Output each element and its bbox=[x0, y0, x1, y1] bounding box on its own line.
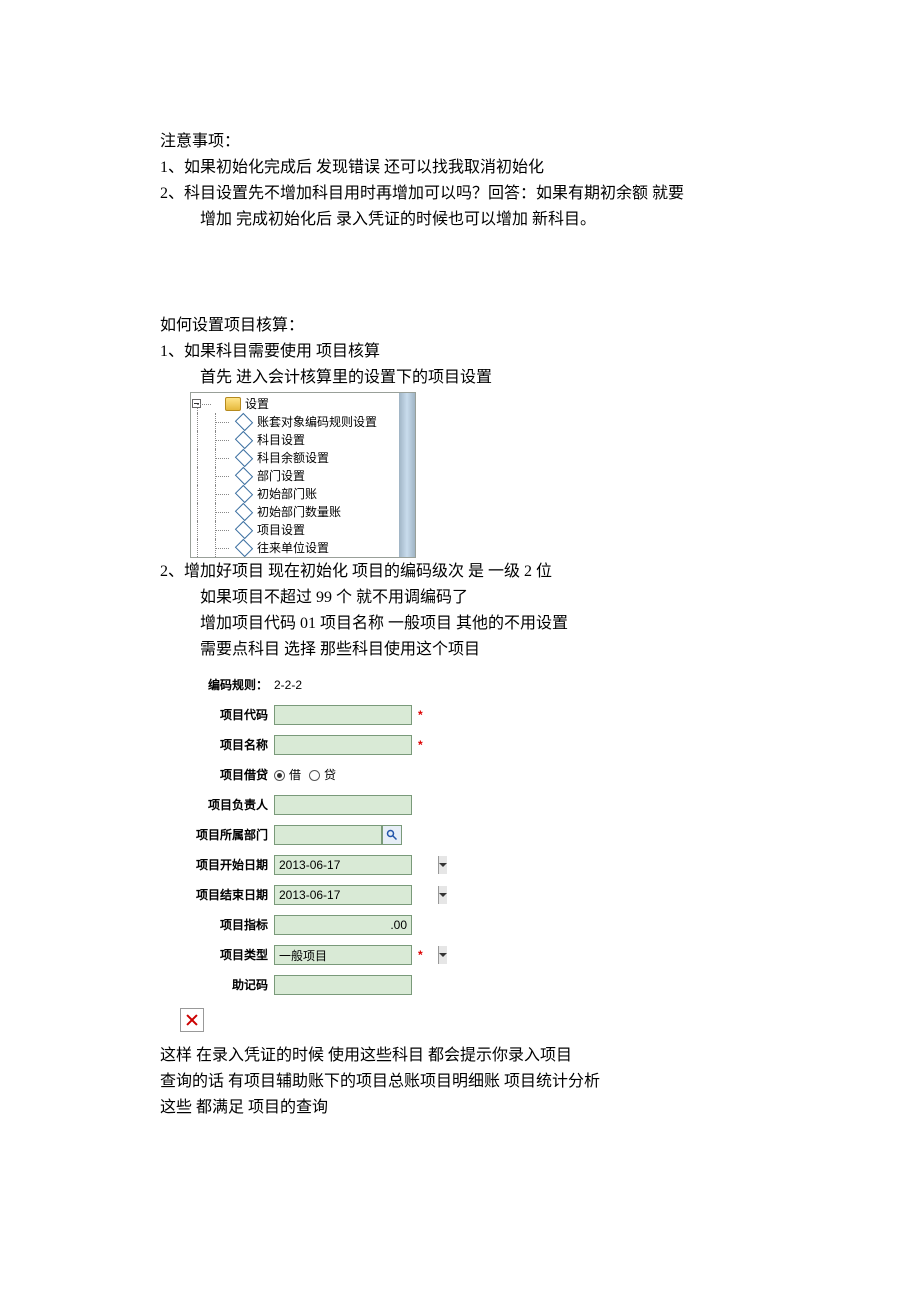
dropdown-icon[interactable] bbox=[438, 856, 447, 874]
project-name-label: 项目名称 bbox=[180, 736, 274, 754]
required-mark: * bbox=[418, 946, 423, 964]
dept-lookup-button[interactable] bbox=[382, 825, 402, 845]
end-date-label: 项目结束日期 bbox=[180, 886, 274, 904]
tree-item[interactable]: 科目设置 bbox=[191, 431, 399, 449]
tree-item-label: 初始部门数量账 bbox=[257, 503, 341, 521]
tree-root-label: 设置 bbox=[245, 395, 269, 413]
mnemonic-input[interactable] bbox=[274, 975, 412, 995]
tail-line3: 这些 都满足 项目的查询 bbox=[160, 1096, 820, 1120]
radio-credit[interactable]: 贷 bbox=[309, 766, 336, 784]
step1-line1: 1、如果科目需要使用 项目核算 bbox=[160, 340, 820, 364]
required-mark: * bbox=[418, 706, 423, 724]
radio-icon bbox=[274, 770, 285, 781]
dropdown-icon[interactable] bbox=[438, 946, 447, 964]
note-2-line1: 2、科目设置先不增加科目用时再增加可以吗？回答：如果有期初余额 就要 bbox=[160, 182, 820, 206]
mnemonic-label: 助记码 bbox=[180, 976, 274, 994]
owner-label: 项目负责人 bbox=[180, 796, 274, 814]
diamond-icon bbox=[235, 449, 253, 467]
diamond-icon bbox=[235, 413, 253, 431]
radio-icon bbox=[309, 770, 320, 781]
owner-input[interactable] bbox=[274, 795, 412, 815]
tree-item[interactable]: 账套对象编码规则设置 bbox=[191, 413, 399, 431]
diamond-icon bbox=[235, 539, 253, 557]
type-select[interactable] bbox=[274, 945, 412, 965]
scrollbar[interactable] bbox=[399, 393, 415, 557]
step2-line2: 如果项目不超过 99 个 就不用调编码了 bbox=[160, 586, 820, 610]
diamond-icon bbox=[235, 467, 253, 485]
notes-heading: 注意事项： bbox=[160, 130, 820, 154]
end-date-input[interactable] bbox=[275, 886, 438, 904]
dept-label: 项目所属部门 bbox=[180, 826, 274, 844]
tree-item[interactable]: 科目余额设置 bbox=[191, 449, 399, 467]
settings-tree: 设置 账套对象编码规则设置 科目设置 科目余额设置 部门设置 bbox=[190, 392, 416, 558]
tree-node-root[interactable]: 设置 bbox=[191, 395, 399, 413]
step2-line1: 2、增加好项目 现在初始化 项目的编码级次 是 一级 2 位 bbox=[160, 560, 820, 584]
start-date-input[interactable] bbox=[275, 856, 438, 874]
diamond-icon bbox=[235, 485, 253, 503]
tree-item[interactable]: 初始部门账 bbox=[191, 485, 399, 503]
tail-line1: 这样 在录入凭证的时候 使用这些科目 都会提示你录入项目 bbox=[160, 1044, 820, 1068]
step2-line3: 增加项目代码 01 项目名称 一般项目 其他的不用设置 bbox=[160, 612, 820, 636]
tree-item-label: 部门设置 bbox=[257, 467, 305, 485]
tree-item-label: 往来单位设置 bbox=[257, 539, 329, 557]
step2-line4: 需要点科目 选择 那些科目使用这个项目 bbox=[160, 638, 820, 662]
tree-item-label: 账套对象编码规则设置 bbox=[257, 413, 377, 431]
search-icon bbox=[386, 829, 398, 841]
tree-item[interactable]: 项目设置 bbox=[191, 521, 399, 539]
project-code-label: 项目代码 bbox=[180, 706, 274, 724]
project-code-input[interactable] bbox=[274, 705, 412, 725]
tree-item-label: 科目设置 bbox=[257, 431, 305, 449]
type-label: 项目类型 bbox=[180, 946, 274, 964]
radio-credit-label: 贷 bbox=[324, 766, 336, 784]
project-form: 编码规则： 2-2-2 项目代码 * 项目名称 * 项目借贷 借 bbox=[180, 670, 470, 1000]
howto-heading: 如何设置项目核算： bbox=[160, 314, 820, 338]
diamond-icon bbox=[235, 521, 253, 539]
start-date-picker[interactable] bbox=[274, 855, 412, 875]
end-date-picker[interactable] bbox=[274, 885, 412, 905]
step1-line2: 首先 进入会计核算里的设置下的项目设置 bbox=[160, 366, 820, 390]
tree-item[interactable]: 部门设置 bbox=[191, 467, 399, 485]
debit-credit-label: 项目借贷 bbox=[180, 766, 274, 784]
dropdown-icon[interactable] bbox=[438, 886, 447, 904]
tree-item-label: 科目余额设置 bbox=[257, 449, 329, 467]
diamond-icon bbox=[235, 503, 253, 521]
tree-item-label: 初始部门账 bbox=[257, 485, 317, 503]
tree-item[interactable]: 往来单位设置 bbox=[191, 539, 399, 557]
diamond-icon bbox=[235, 431, 253, 449]
project-name-input[interactable] bbox=[274, 735, 412, 755]
collapse-icon[interactable] bbox=[192, 399, 201, 408]
broken-image-icon bbox=[180, 1008, 204, 1032]
radio-debit[interactable]: 借 bbox=[274, 766, 301, 784]
tree-item-label: 项目设置 bbox=[257, 521, 305, 539]
target-input[interactable] bbox=[274, 915, 412, 935]
dept-input[interactable] bbox=[274, 825, 382, 845]
encoding-rule-value: 2-2-2 bbox=[274, 676, 302, 694]
note-2-line2: 增加 完成初始化后 录入凭证的时候也可以增加 新科目。 bbox=[160, 208, 820, 232]
type-input[interactable] bbox=[275, 946, 438, 964]
start-date-label: 项目开始日期 bbox=[180, 856, 274, 874]
note-1: 1、如果初始化完成后 发现错误 还可以找我取消初始化 bbox=[160, 156, 820, 180]
folder-icon bbox=[225, 397, 241, 411]
tail-line2: 查询的话 有项目辅助账下的项目总账项目明细账 项目统计分析 bbox=[160, 1070, 820, 1094]
tree-item[interactable]: 初始部门数量账 bbox=[191, 503, 399, 521]
target-label: 项目指标 bbox=[180, 916, 274, 934]
required-mark: * bbox=[418, 736, 423, 754]
encoding-rule-label: 编码规则： bbox=[180, 676, 274, 694]
radio-debit-label: 借 bbox=[289, 766, 301, 784]
